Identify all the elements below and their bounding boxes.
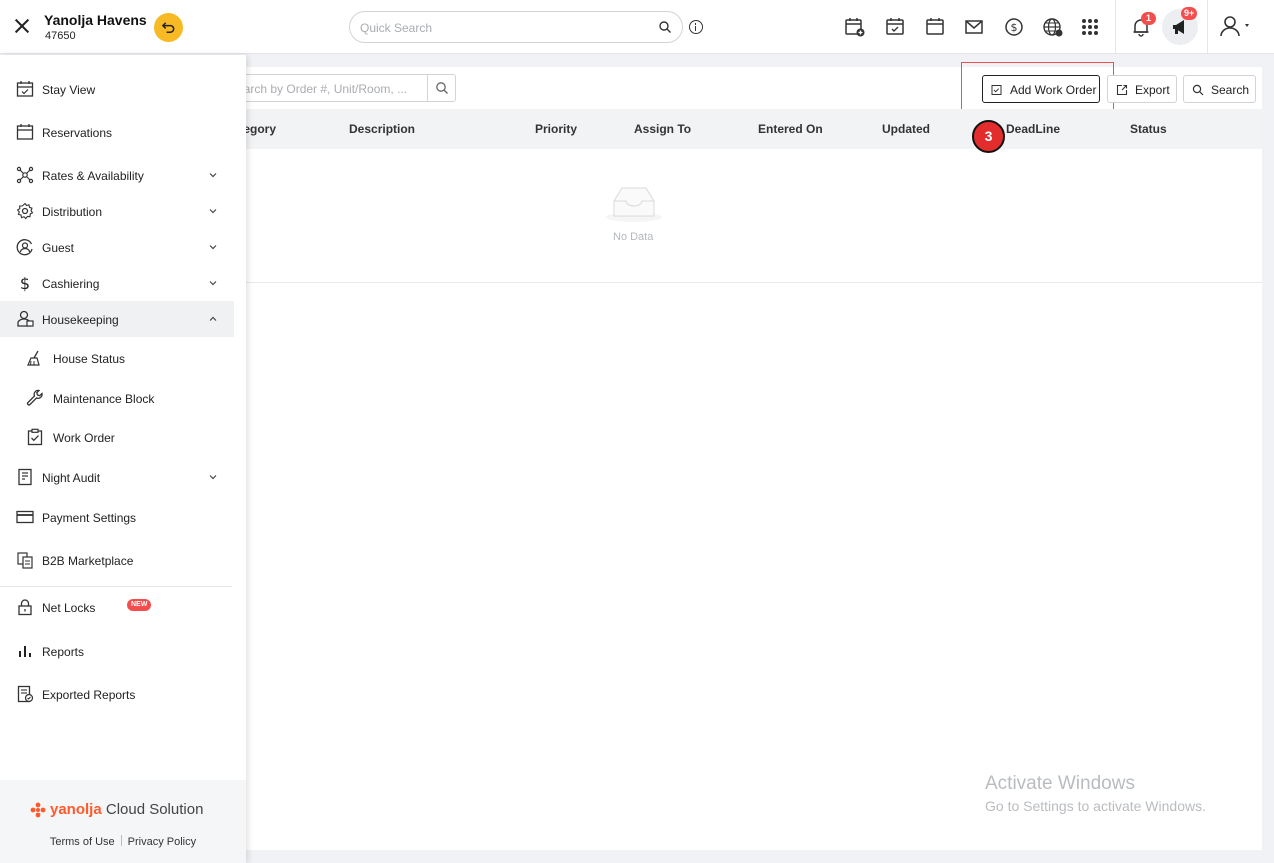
network-icon <box>16 166 34 184</box>
sidebar-subitem-work-order[interactable]: Work Order <box>0 419 234 455</box>
dollar-circle-icon[interactable]: $ <box>1003 16 1025 38</box>
add-reservation-icon[interactable] <box>844 16 866 38</box>
calendar-icon[interactable] <box>924 16 946 38</box>
sidebar: Stay View Reservations Rates & Availabil… <box>0 55 246 863</box>
close-icon[interactable] <box>12 16 32 36</box>
sidebar-item-reports[interactable]: Reports <box>0 633 234 669</box>
sidebar-item-cashiering[interactable]: $ Cashiering <box>0 265 234 301</box>
sidebar-item-distribution[interactable]: Distribution <box>0 193 234 229</box>
calendar-check-icon <box>16 81 34 97</box>
chevron-down-icon <box>209 245 217 250</box>
notification-badge: 1 <box>1141 12 1156 25</box>
announcement-badge: 9+ <box>1181 7 1198 20</box>
order-search-button[interactable] <box>427 75 455 101</box>
column-assign-to[interactable]: Assign To <box>634 122 691 136</box>
exported-report-icon <box>17 685 34 703</box>
footer-divider <box>120 835 122 846</box>
dollar-icon: $ <box>20 274 30 292</box>
wrench-icon <box>26 389 43 406</box>
search-icon <box>436 82 448 94</box>
export-icon <box>1116 84 1128 96</box>
mail-icon[interactable] <box>963 16 985 38</box>
sidebar-item-net-locks[interactable]: Net Locks <box>0 589 234 625</box>
work-order-panel: Add Work Order Export Search Category De… <box>224 62 1262 850</box>
user-circle-icon <box>16 239 33 256</box>
order-search-input[interactable] <box>227 79 417 99</box>
table-header: Category Description Priority Assign To … <box>224 109 1262 149</box>
column-status[interactable]: Status <box>1130 122 1167 136</box>
column-description[interactable]: Description <box>349 122 415 136</box>
privacy-link[interactable]: Privacy Policy <box>128 836 196 848</box>
export-button[interactable]: Export <box>1107 75 1177 103</box>
quick-search-field[interactable] <box>349 11 683 43</box>
sidebar-item-guest[interactable]: Guest <box>0 229 234 265</box>
search-button[interactable]: Search <box>1183 75 1256 103</box>
bar-chart-icon <box>19 646 31 657</box>
hotel-name: Yanolja Havens <box>44 12 147 28</box>
sidebar-item-housekeeping[interactable]: Housekeeping <box>0 301 234 337</box>
sidebar-item-exported-reports[interactable]: Exported Reports <box>0 676 234 712</box>
sidebar-item-payment-settings[interactable]: Payment Settings <box>0 499 234 535</box>
card-icon <box>16 510 34 524</box>
column-deadline[interactable]: DeadLine <box>1006 122 1060 136</box>
chevron-down-icon <box>209 281 217 286</box>
search-icon[interactable] <box>658 20 672 34</box>
megaphone-icon <box>1173 20 1184 34</box>
info-icon[interactable] <box>689 20 703 34</box>
sidebar-item-night-audit[interactable]: Night Audit <box>0 459 234 495</box>
empty-state: No Data <box>246 149 1262 283</box>
switch-property-button[interactable] <box>154 13 183 42</box>
activation-watermark-title: Activate Windows <box>985 773 1135 794</box>
column-updated[interactable]: Updated <box>882 122 930 136</box>
gear-icon <box>16 202 34 220</box>
sidebar-divider <box>0 586 232 587</box>
undo-icon <box>161 22 175 33</box>
no-data-label: No Data <box>613 231 654 243</box>
chevron-up-icon <box>209 316 217 321</box>
column-entered-on[interactable]: Entered On <box>758 122 823 136</box>
brand-logo: yanolja Cloud Solution <box>50 801 204 818</box>
housekeeping-icon <box>17 310 34 327</box>
document-icon <box>18 468 32 486</box>
sidebar-footer: yanolja Cloud Solution Terms of Use Priva… <box>0 780 246 863</box>
marketplace-icon <box>17 552 33 569</box>
quick-search-input[interactable] <box>360 18 650 38</box>
column-priority[interactable]: Priority <box>535 122 577 136</box>
top-bar: Yanolja Havens 47650 Quick Search $ 1 9+ <box>0 0 1274 54</box>
chevron-down-icon <box>209 173 217 178</box>
chevron-down-icon <box>209 475 217 480</box>
sidebar-item-b2b-marketplace[interactable]: B2B Marketplace <box>0 542 234 578</box>
hotel-id: 47650 <box>45 30 76 42</box>
clipboard-check-icon <box>991 85 1002 95</box>
user-menu-icon[interactable] <box>1220 15 1254 37</box>
yanolja-logo-icon <box>30 802 46 818</box>
svg-text:$: $ <box>1011 21 1018 34</box>
clipboard-check-icon <box>27 428 43 446</box>
sidebar-item-rates-availability[interactable]: Rates & Availability <box>0 157 234 193</box>
order-search-field[interactable] <box>226 74 456 102</box>
terms-link[interactable]: Terms of Use <box>50 836 115 848</box>
chevron-down-icon <box>209 209 217 214</box>
empty-inbox-icon <box>606 187 662 222</box>
footer-links: Terms of Use Privacy Policy <box>0 835 246 848</box>
apps-grid-icon[interactable] <box>1079 16 1101 38</box>
toolbar-divider <box>1207 0 1208 54</box>
sidebar-item-reservations[interactable]: Reservations <box>0 114 234 150</box>
sidebar-subitem-maintenance-block[interactable]: Maintenance Block <box>0 380 234 416</box>
globe-icon[interactable] <box>1042 16 1064 38</box>
add-work-order-button[interactable]: Add Work Order <box>982 75 1100 103</box>
sidebar-subitem-house-status[interactable]: House Status <box>0 340 234 376</box>
lock-icon <box>18 599 32 616</box>
svg-text:$: $ <box>20 274 30 292</box>
sidebar-item-stay-view[interactable]: Stay View <box>0 71 234 107</box>
broom-icon <box>27 350 40 366</box>
toolbar-divider <box>1115 0 1116 54</box>
activation-watermark-subtitle: Go to Settings to activate Windows. <box>985 798 1206 814</box>
calendar-check-icon[interactable] <box>884 16 906 38</box>
search-icon <box>1192 84 1204 96</box>
calendar-icon <box>16 124 34 140</box>
